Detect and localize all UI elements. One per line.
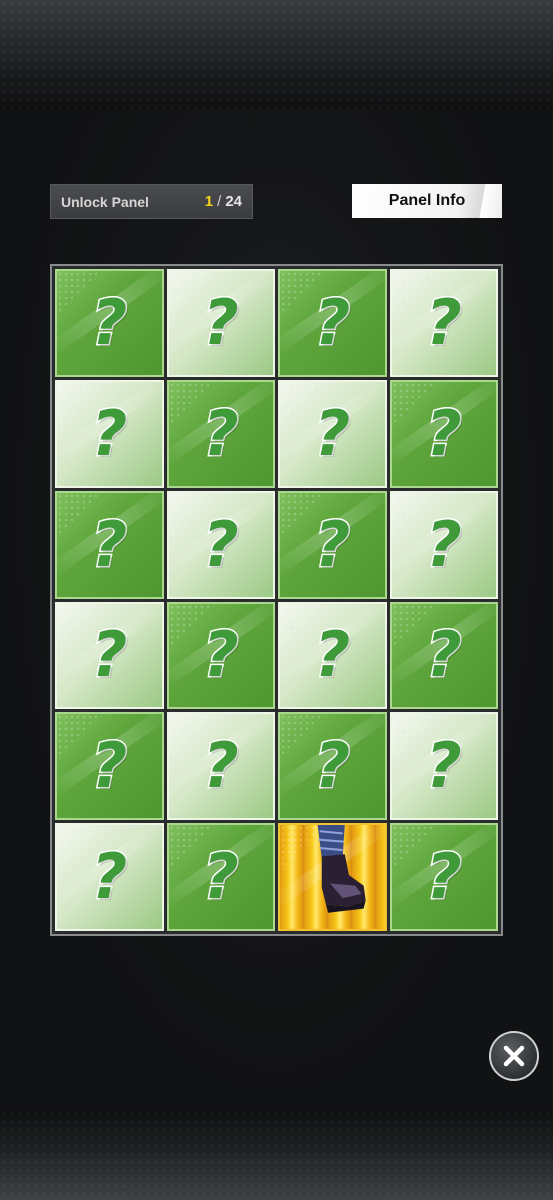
question-mark-icon: ? <box>201 729 240 803</box>
close-icon <box>503 1045 525 1067</box>
question-mark-icon: ? <box>424 396 463 470</box>
question-mark-icon: ? <box>424 285 463 359</box>
question-mark-icon: ? <box>90 396 129 470</box>
question-mark-icon: ? <box>424 618 463 692</box>
panel-tile-hidden[interactable]: ? <box>166 601 275 710</box>
question-mark-icon: ? <box>424 507 463 581</box>
panel-tile-hidden[interactable]: ? <box>278 269 387 377</box>
question-mark-icon: ? <box>201 396 240 470</box>
panel-info-button[interactable]: Panel Info <box>352 184 502 218</box>
panel-tile-hidden[interactable]: ? <box>166 379 275 488</box>
panel-tile-hidden[interactable]: ? <box>278 379 387 488</box>
panel-tile-hidden[interactable]: ? <box>278 601 387 710</box>
question-mark-icon: ? <box>313 618 352 692</box>
panel-tile-hidden[interactable]: ? <box>278 490 387 599</box>
panel-tile-hidden[interactable]: ? <box>166 269 275 377</box>
question-mark-icon: ? <box>313 507 352 581</box>
unlock-total-count: 24 <box>225 193 242 210</box>
question-mark-icon: ? <box>201 618 240 692</box>
question-mark-icon: ? <box>90 840 129 914</box>
unlock-counter: Unlock Panel 1 / 24 <box>50 184 253 219</box>
character-boot-image <box>317 825 366 913</box>
panel-tile-hidden[interactable]: ? <box>55 823 164 931</box>
panel-tile-hidden[interactable]: ? <box>55 712 164 821</box>
unlock-separator: / <box>217 193 222 210</box>
panel-tile-hidden[interactable]: ? <box>389 490 498 599</box>
question-mark-icon: ? <box>90 285 129 359</box>
panel-tile-hidden[interactable]: ? <box>55 490 164 599</box>
panel-tile-hidden[interactable]: ? <box>389 601 498 710</box>
panel-tile-hidden[interactable]: ? <box>389 269 498 377</box>
panel-tile-revealed[interactable] <box>278 823 387 931</box>
close-button[interactable] <box>489 1031 539 1081</box>
question-mark-icon: ? <box>424 840 463 914</box>
question-mark-icon: ? <box>201 507 240 581</box>
unlock-label: Unlock Panel <box>61 193 149 210</box>
question-mark-icon: ? <box>313 285 352 359</box>
panel-tile-hidden[interactable]: ? <box>389 712 498 821</box>
question-mark-icon: ? <box>90 618 129 692</box>
panel-tile-hidden[interactable]: ? <box>55 379 164 488</box>
panel-tile-hidden[interactable]: ? <box>389 823 498 931</box>
question-mark-icon: ? <box>313 396 352 470</box>
panel-tile-hidden[interactable]: ? <box>389 379 498 488</box>
question-mark-icon: ? <box>313 729 352 803</box>
panel-tile-hidden[interactable]: ? <box>55 269 164 377</box>
unlock-current-count: 1 <box>204 193 214 210</box>
bottom-backdrop <box>0 1110 553 1200</box>
question-mark-icon: ? <box>90 729 129 803</box>
panel-tile-hidden[interactable]: ? <box>55 601 164 710</box>
top-backdrop <box>0 0 553 110</box>
panel-tile-hidden[interactable]: ? <box>166 823 275 931</box>
panel-tile-hidden[interactable]: ? <box>278 712 387 821</box>
panel-tile-hidden[interactable]: ? <box>166 490 275 599</box>
panel-tile-hidden[interactable]: ? <box>166 712 275 821</box>
question-mark-icon: ? <box>201 285 240 359</box>
panel-grid: ??????????????????????? <box>50 264 503 936</box>
question-mark-icon: ? <box>201 840 240 914</box>
question-mark-icon: ? <box>90 507 129 581</box>
question-mark-icon: ? <box>424 729 463 803</box>
